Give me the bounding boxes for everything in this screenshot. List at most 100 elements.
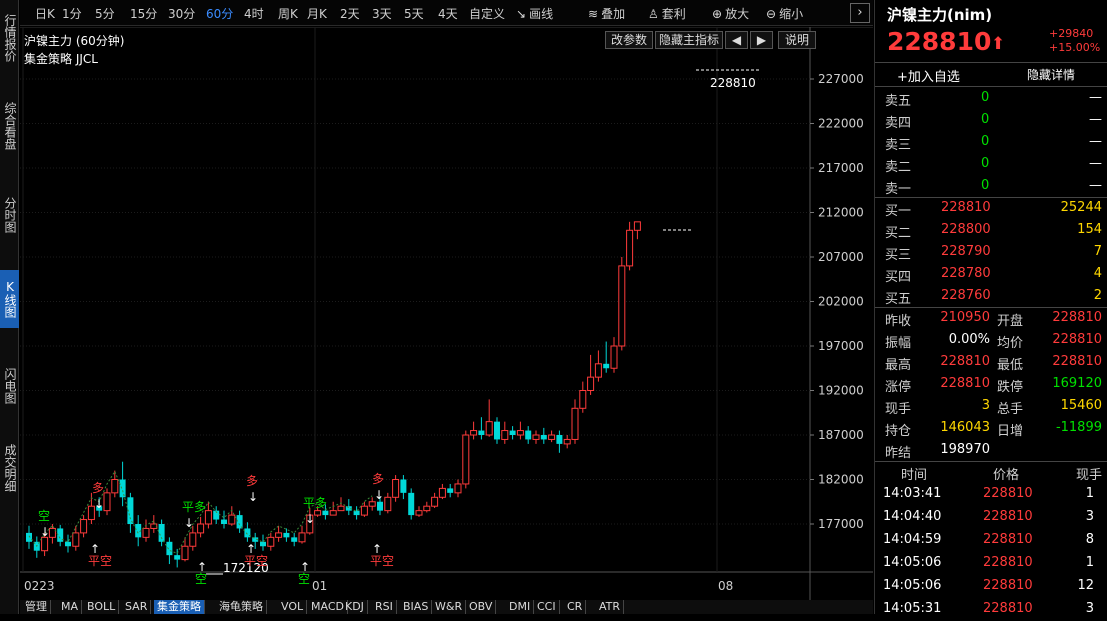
scroll-right-button[interactable]: ▶: [750, 31, 773, 49]
period-11[interactable]: 5天: [404, 5, 424, 22]
tick-volume: 3: [1085, 509, 1094, 524]
indicator-tab-2[interactable]: BOLL: [84, 600, 120, 614]
stat-value: 228810: [1052, 310, 1102, 325]
level-label: 卖一: [885, 182, 912, 197]
kline-chart[interactable]: 227000 222000 217000 212000 207000 202000 1970…: [20, 26, 873, 600]
period-10[interactable]: 3天: [372, 5, 392, 22]
candle: [72, 525, 80, 551]
level-volume: —: [1089, 178, 1102, 193]
stat-value: 198970: [940, 442, 990, 457]
level-volume: —: [1089, 156, 1102, 171]
help-button[interactable]: 说明: [778, 31, 816, 49]
indicator-tab-4[interactable]: 集金策略: [154, 600, 205, 614]
period-2[interactable]: 5分: [95, 5, 115, 22]
period-5[interactable]: 60分: [206, 5, 233, 22]
candle: [228, 506, 236, 526]
period-label: 放大: [725, 7, 750, 21]
period-16[interactable]: ♙ 套利: [648, 5, 686, 22]
period-1[interactable]: 1分: [62, 5, 82, 22]
toolbar-next-icon[interactable]: ›: [850, 3, 870, 23]
tick-price: 228810: [983, 509, 1033, 524]
signal-marker: 平空↑: [88, 542, 112, 568]
change-params-button[interactable]: 改参数: [605, 31, 653, 49]
left-tab-5[interactable]: 成交明细: [0, 440, 19, 496]
indicator-tab-10[interactable]: BIAS: [400, 600, 433, 614]
period-17[interactable]: ⊕ 放大: [712, 5, 749, 22]
level-price: 0: [981, 112, 990, 127]
period-7[interactable]: 周K: [278, 5, 298, 22]
level-price: 0: [981, 156, 990, 171]
stat-value: 15460: [1060, 398, 1102, 413]
period-3[interactable]: 15分: [130, 5, 157, 22]
indicator-tab-9[interactable]: RSI: [372, 600, 397, 614]
candle: [260, 534, 266, 551]
left-tab-2[interactable]: 分时图: [0, 190, 19, 240]
level-price: 228790: [941, 244, 991, 259]
period-6[interactable]: 4时: [244, 5, 264, 22]
signal-label: 多: [372, 472, 384, 486]
period-18[interactable]: ⊖ 缩小: [766, 5, 803, 22]
hide-main-indicator-button[interactable]: 隐藏主指标: [655, 31, 723, 49]
candle: [197, 516, 205, 538]
signal-marker: 多↓: [372, 472, 384, 502]
candle: [556, 430, 563, 453]
level-price: 228810: [941, 200, 991, 215]
left-tab-0[interactable]: 行情报价: [0, 8, 19, 68]
toolbar-15-icon: ≋: [588, 7, 599, 21]
ticks-header-row: 时间 价格 现手: [875, 462, 1107, 484]
stat-row: 昨结 198970: [875, 440, 1107, 462]
indicator-tab-8[interactable]: KDJ: [342, 600, 368, 614]
bid-row: 买二 228800 154: [875, 220, 1107, 242]
level-label: 买三: [885, 248, 912, 263]
candle: [275, 525, 283, 542]
scroll-left-button[interactable]: ◀: [725, 31, 748, 49]
tick-row: 14:04:40 228810 3: [875, 507, 1107, 529]
left-tab-3[interactable]: K线图: [0, 270, 19, 328]
candle: [532, 430, 540, 444]
hide-detail-button[interactable]: 隐藏详情: [1027, 66, 1075, 83]
indicator-tab-3[interactable]: SAR: [122, 600, 152, 614]
period-label: 5天: [404, 7, 424, 21]
indicator-tab-15[interactable]: CR: [564, 600, 587, 614]
level-label: 卖二: [885, 160, 912, 175]
add-watchlist-button[interactable]: +加入自选: [897, 66, 960, 85]
candle: [415, 506, 423, 517]
candle: [494, 417, 500, 444]
stat-label: 开盘: [997, 314, 1024, 329]
period-label: 30分: [168, 7, 196, 21]
candle: [509, 426, 516, 440]
tick-row: 14:03:41 228810 1: [875, 484, 1107, 506]
indicator-tab-14[interactable]: CCI: [534, 600, 560, 614]
left-tab-4[interactable]: 闪电图: [0, 360, 19, 412]
indicator-tab-6[interactable]: VOL: [278, 600, 308, 614]
candle: [400, 475, 407, 500]
signal-marker: 空↑: [298, 560, 310, 586]
period-4[interactable]: 30分: [168, 5, 195, 22]
period-13[interactable]: 自定义: [469, 5, 505, 22]
period-12[interactable]: 4天: [438, 5, 458, 22]
signal-label: 空: [298, 572, 310, 586]
indicator-tab-11[interactable]: W&R: [432, 600, 467, 614]
bid-row: 买一 228810 25244: [875, 198, 1107, 220]
indicator-tab-12[interactable]: OBV: [466, 600, 497, 614]
signal-label: 平多: [303, 496, 327, 510]
candle: [384, 492, 392, 514]
indicator-tab-13[interactable]: DMI: [506, 600, 535, 614]
period-14[interactable]: ↘ 画线: [516, 5, 553, 22]
indicator-tab-16[interactable]: ATR: [596, 600, 625, 614]
period-label: 缩小: [779, 7, 804, 21]
stat-value: 228810: [940, 376, 990, 391]
toolbar-14-icon: ↘: [516, 7, 527, 21]
indicator-tab-5[interactable]: 海龟策略: [216, 600, 267, 614]
period-0[interactable]: 日K: [35, 5, 55, 22]
candle: [501, 421, 509, 444]
left-tab-1[interactable]: 综合看盘: [0, 96, 19, 156]
indicator-tab-1[interactable]: MA: [58, 600, 83, 614]
period-9[interactable]: 2天: [340, 5, 360, 22]
period-8[interactable]: 月K: [307, 5, 327, 22]
candle: [48, 524, 56, 544]
period-label: 月K: [307, 7, 327, 21]
period-15[interactable]: ≋ 叠加: [588, 5, 625, 22]
candle: [267, 532, 275, 551]
indicator-tab-0[interactable]: 管理: [22, 600, 51, 614]
